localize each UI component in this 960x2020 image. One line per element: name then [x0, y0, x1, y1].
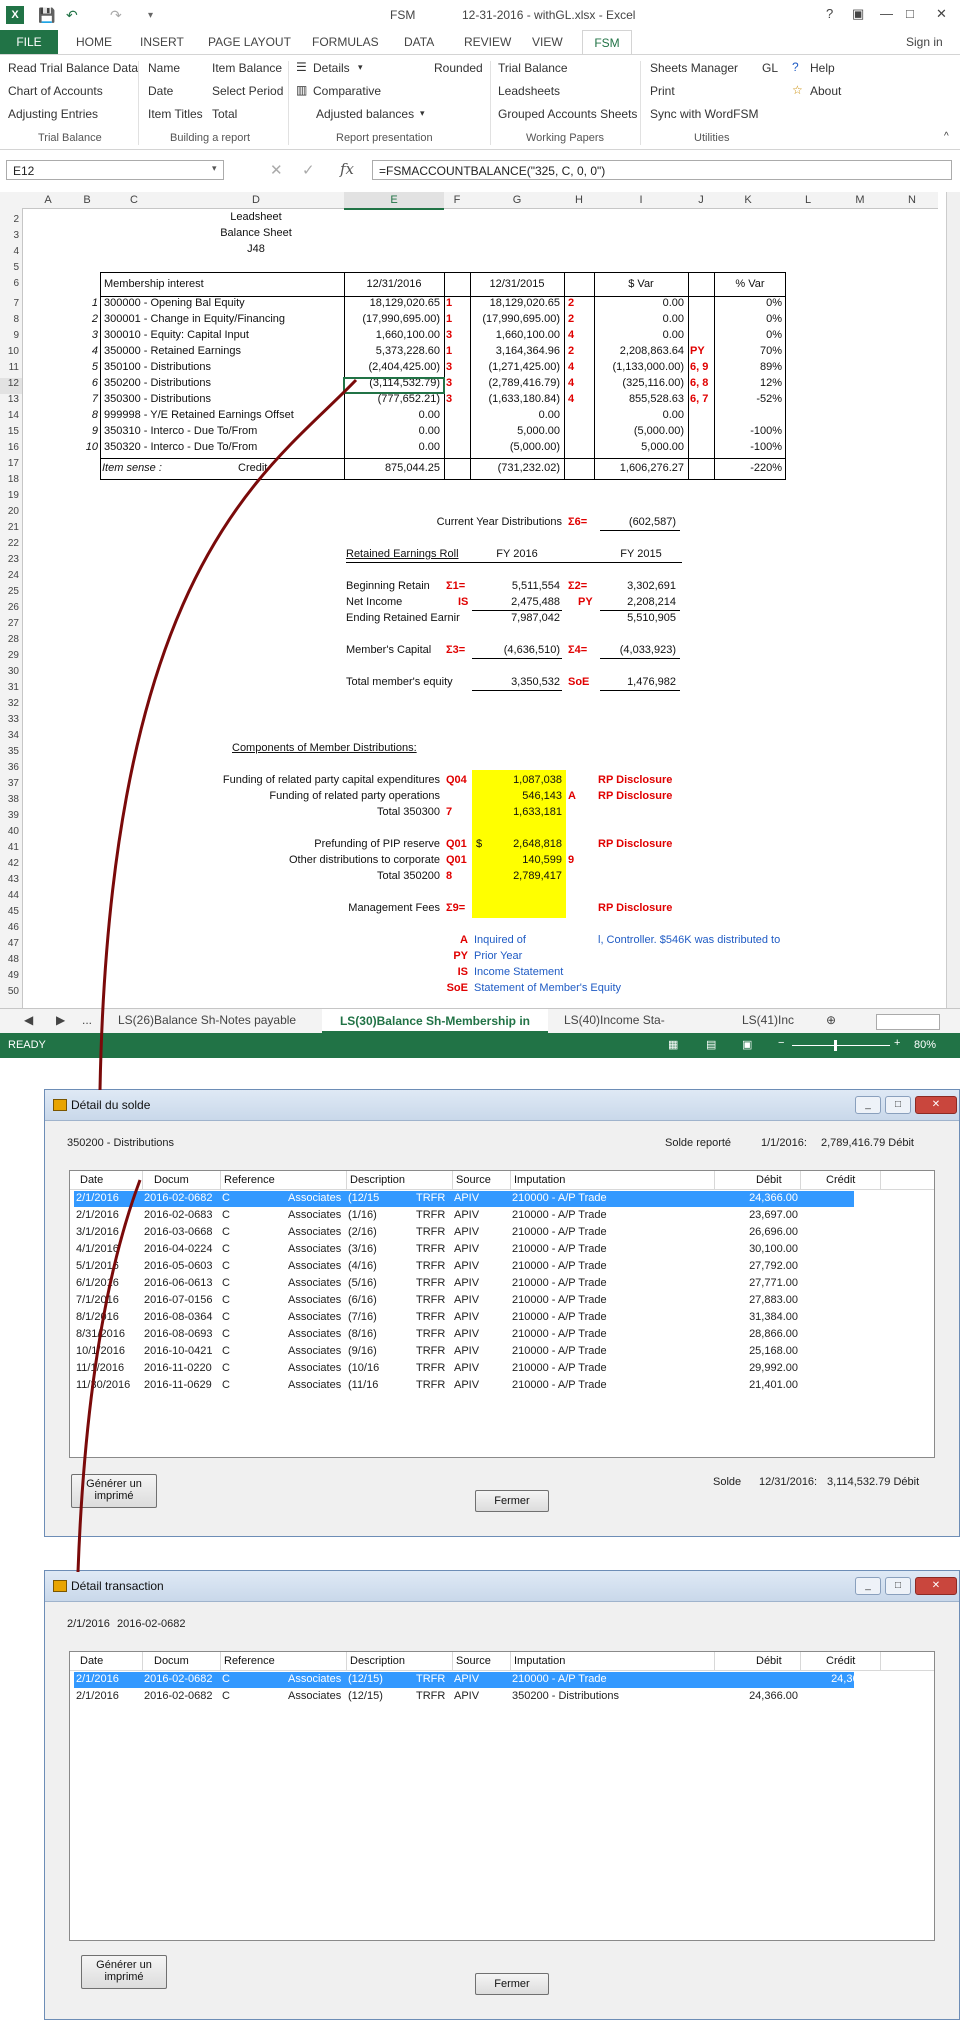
annotation-arrow — [76, 378, 358, 1573]
arrow-row-to-transaction — [76, 1179, 142, 1573]
arrow-cell-to-dialog — [98, 378, 358, 1091]
